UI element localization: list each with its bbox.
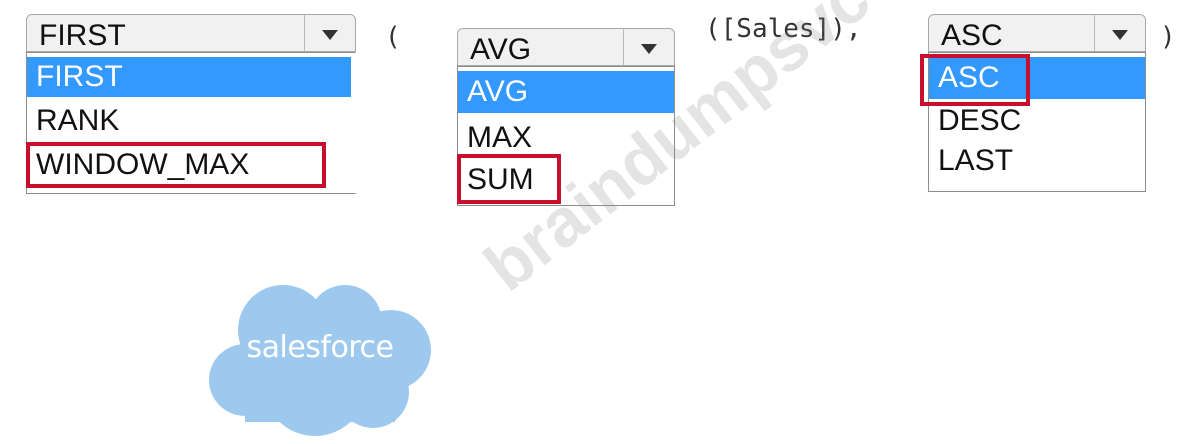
aggregation-selected-value: AVG [470,33,532,66]
close-paren: ) [1160,22,1176,52]
open-paren: ( [385,22,401,52]
answer-highlight [920,54,1030,106]
answer-highlight [26,142,326,188]
option-avg[interactable]: AVG [458,71,674,113]
option-last[interactable]: LAST [929,141,1145,181]
sort-order-dropdown[interactable]: ASC ASC DESC LAST [920,14,1146,194]
chevron-down-icon [322,30,338,40]
sort-order-selected-value: ASC [941,19,1003,52]
chevron-down-icon [1112,30,1128,40]
function-dropdown-button[interactable] [304,15,355,51]
sort-order-dropdown-button[interactable] [1094,15,1145,51]
sales-field-expression: ([Sales]), [705,14,862,44]
chevron-down-icon [641,44,657,54]
salesforce-logo-text: salesforce [246,330,394,365]
function-selected-value: FIRST [39,19,126,52]
option-desc[interactable]: DESC [929,101,1145,141]
option-first[interactable]: FIRST [27,57,351,97]
function-dropdown-header[interactable]: FIRST [26,14,356,52]
sort-order-dropdown-header[interactable]: ASC [928,14,1146,52]
aggregation-dropdown-header[interactable]: AVG [457,28,675,66]
function-dropdown[interactable]: FIRST FIRST RANK WINDOW_MAX [26,14,356,194]
aggregation-dropdown[interactable]: AVG AVG MAX SUM [457,28,675,208]
answer-highlight [457,154,561,204]
option-max[interactable]: MAX [458,117,674,159]
option-rank[interactable]: RANK [27,101,355,141]
aggregation-dropdown-button[interactable] [623,29,674,65]
